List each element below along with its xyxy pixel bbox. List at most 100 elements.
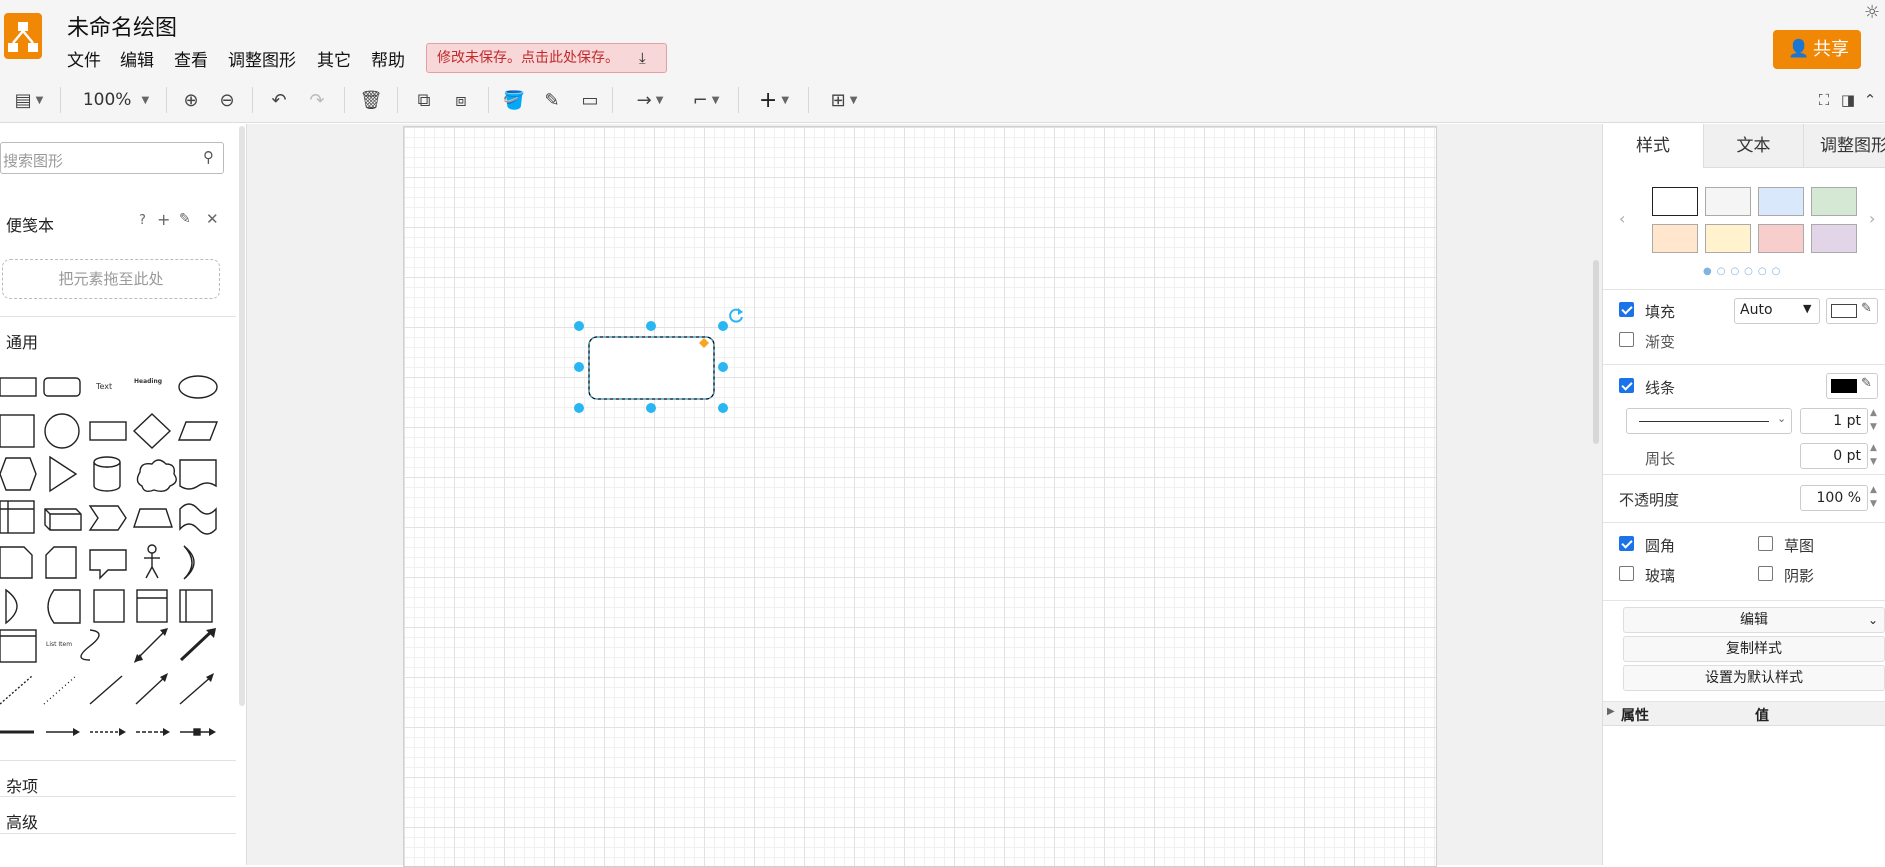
menu-edit[interactable]: 编辑	[120, 46, 154, 71]
menu-file[interactable]: 文件	[67, 46, 101, 71]
fill-mode-select[interactable]: Auto ▼	[1734, 298, 1820, 324]
unsaved-notice[interactable]: 修改未保存。点击此处保存。 ⤓	[426, 43, 667, 73]
redo-icon[interactable]: ↷	[303, 85, 331, 115]
style-swatch[interactable]	[1652, 224, 1698, 253]
resize-handle-nw	[574, 321, 584, 331]
shape-curve	[80, 629, 100, 661]
diagram-page[interactable]	[403, 126, 1437, 867]
advanced-section-title[interactable]: 高级	[6, 809, 38, 833]
document-title[interactable]: 未命名绘图	[67, 10, 177, 42]
general-section-title[interactable]: 通用	[6, 329, 38, 353]
shape-process	[89, 421, 127, 441]
waypoints-button[interactable]: ⌐ ▼	[684, 85, 728, 115]
stroke-width-input[interactable]: 1 pt	[1800, 408, 1868, 434]
style-swatch[interactable]	[1758, 187, 1804, 216]
delete-icon[interactable]: 🗑	[357, 85, 385, 115]
menu-help[interactable]: 帮助	[371, 46, 405, 71]
chevron-left-icon[interactable]: ‹	[1619, 209, 1625, 228]
copy-style-button[interactable]: 复制样式	[1623, 636, 1885, 662]
rounded-checkbox[interactable]	[1619, 536, 1634, 551]
scratchpad-drop-zone[interactable]: 把元素拖至此处	[2, 259, 220, 299]
expand-icon[interactable]: ▶	[1607, 706, 1615, 717]
eyedropper-icon[interactable]: ✎	[1861, 376, 1872, 391]
menu-arrange[interactable]: 调整图形	[228, 46, 296, 71]
canvas-area[interactable]	[247, 124, 1602, 867]
perimeter-input[interactable]: 0 pt	[1800, 443, 1868, 469]
line-pattern-select[interactable]: ⌄	[1626, 408, 1792, 434]
opacity-spinner[interactable]: ▲ ▼	[1870, 483, 1877, 511]
fill-checkbox[interactable]	[1619, 302, 1634, 317]
tab-style[interactable]: 样式	[1603, 124, 1703, 168]
shape-stored-data	[47, 589, 81, 624]
eyedropper-icon[interactable]: ✎	[1861, 301, 1872, 316]
insert-button[interactable]: + ▼	[752, 85, 796, 115]
collapse-icon[interactable]: ⌃	[1860, 85, 1880, 115]
zoom-select[interactable]: 100% ▼	[78, 85, 154, 115]
fullscreen-icon[interactable]: ⛶	[1814, 85, 1834, 115]
zoom-in-icon[interactable]: ⊕	[177, 85, 205, 115]
divider	[0, 316, 236, 317]
chevron-down-icon: ▼	[711, 94, 720, 106]
divider	[1603, 522, 1885, 523]
search-icon[interactable]: ⚲	[203, 148, 214, 166]
search-input[interactable]: 搜索图形	[0, 142, 224, 174]
fill-color-button[interactable]: ✎	[1826, 298, 1878, 324]
style-swatch[interactable]	[1811, 187, 1857, 216]
tab-text[interactable]: 文本	[1703, 124, 1803, 168]
edit-dropdown-button[interactable]: 编辑 ⌄	[1623, 607, 1885, 633]
style-swatch[interactable]	[1811, 224, 1857, 253]
sketch-checkbox[interactable]	[1758, 536, 1773, 551]
undo-icon[interactable]: ↶	[265, 85, 293, 115]
stroke-width-spinner[interactable]: ▲ ▼	[1870, 406, 1877, 434]
style-swatch[interactable]	[1652, 187, 1698, 216]
zoom-out-icon[interactable]: ⊖	[213, 85, 241, 115]
divider	[252, 87, 253, 113]
stroke-color-button[interactable]: ✎	[1826, 373, 1878, 399]
chevron-right-icon[interactable]: ›	[1869, 209, 1875, 228]
shadow-checkbox[interactable]	[1758, 566, 1773, 581]
shape-heading[interactable]: Heading	[134, 378, 162, 385]
page-dots[interactable]: ●○○○○○	[1703, 266, 1785, 277]
glass-checkbox[interactable]	[1619, 566, 1634, 581]
to-back-icon[interactable]: ⧈	[447, 85, 475, 115]
perimeter-spinner[interactable]: ▲ ▼	[1870, 441, 1877, 469]
style-swatch[interactable]	[1705, 187, 1751, 216]
misc-section-title[interactable]: 杂项	[6, 773, 38, 797]
shape-trapezoid	[133, 508, 173, 528]
shape-line	[89, 675, 123, 705]
theme-icon[interactable]: ☼	[1864, 2, 1880, 23]
help-icon[interactable]: ?	[139, 213, 146, 228]
style-swatch[interactable]	[1705, 224, 1751, 253]
scratchpad-title[interactable]: 便笺本	[6, 212, 54, 236]
shape-cloud	[136, 459, 177, 493]
to-front-icon[interactable]: ⧉	[410, 85, 438, 115]
menu-extras[interactable]: 其它	[317, 46, 351, 71]
shape-list-item[interactable]: List Item	[46, 641, 72, 648]
close-icon[interactable]: ✕	[206, 210, 219, 228]
scrollbar[interactable]	[239, 126, 245, 706]
shadow-icon[interactable]: ▭	[576, 85, 604, 115]
format-panel-icon[interactable]: ◨	[1838, 85, 1858, 115]
gradient-checkbox[interactable]	[1619, 332, 1634, 347]
set-default-style-button[interactable]: 设置为默认样式	[1623, 665, 1885, 691]
shape-palette[interactable]	[0, 364, 236, 744]
edit-icon[interactable]: ✎	[179, 211, 191, 227]
selected-shape[interactable]	[568, 307, 748, 427]
properties-header: ▶ 属性 值	[1603, 702, 1885, 726]
tab-arrange[interactable]: 调整图形	[1803, 124, 1885, 168]
view-panels-button[interactable]: ▤ ▼	[6, 85, 52, 115]
table-button[interactable]: ⊞ ▼	[822, 85, 866, 115]
share-button[interactable]: 👤 共享	[1773, 30, 1861, 69]
shape-bidirectional-connector	[135, 675, 167, 705]
add-icon[interactable]: +	[157, 210, 170, 229]
style-swatch[interactable]	[1758, 224, 1804, 253]
connection-style-button[interactable]: → ▼	[628, 85, 672, 115]
scrollbar[interactable]	[1593, 260, 1599, 444]
menu-view[interactable]: 查看	[174, 46, 208, 71]
shape-dotted-line	[43, 675, 77, 705]
shape-text[interactable]: Text	[96, 382, 112, 391]
stroke-checkbox[interactable]	[1619, 378, 1634, 393]
line-color-icon[interactable]: ✎	[538, 85, 566, 115]
fill-color-icon[interactable]: 🪣	[500, 85, 528, 115]
opacity-input[interactable]: 100 %	[1800, 485, 1868, 511]
